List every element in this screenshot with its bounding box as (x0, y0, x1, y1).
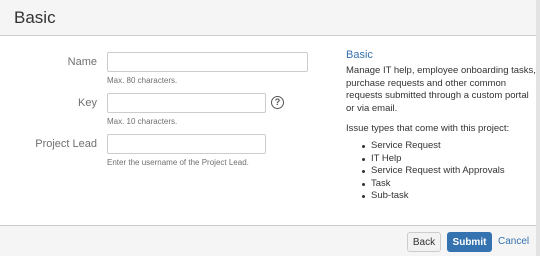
window-edge (536, 0, 540, 256)
key-hint: Max. 10 characters. (107, 117, 178, 126)
list-item: Sub-task (346, 190, 536, 203)
submit-button[interactable]: Submit (447, 232, 492, 252)
create-project-dialog: Basic Name Max. 80 characters. Key Max. … (0, 0, 540, 256)
issue-types-heading: Issue types that come with this project: (346, 123, 510, 134)
dialog-title: Basic (14, 8, 56, 27)
name-label: Name (67, 56, 97, 68)
info-title: Basic (346, 49, 373, 61)
project-lead-label: Project Lead (35, 138, 97, 150)
issue-types-list: Service Request IT Help Service Request … (346, 140, 536, 203)
cancel-link[interactable]: Cancel (498, 236, 529, 247)
name-input[interactable] (107, 52, 308, 72)
info-description: Manage IT help, employee onboarding task… (346, 65, 536, 114)
help-icon[interactable]: ? (271, 96, 284, 109)
back-button[interactable]: Back (407, 232, 441, 252)
project-lead-input[interactable] (107, 134, 266, 154)
dialog-footer: Back Submit Cancel (0, 225, 540, 256)
dialog-header: Basic (0, 0, 540, 36)
project-form: Name Max. 80 characters. Key Max. 10 cha… (0, 36, 330, 226)
list-item: Task (346, 178, 536, 191)
key-input[interactable] (107, 93, 266, 113)
key-label: Key (78, 97, 97, 109)
project-lead-hint: Enter the username of the Project Lead. (107, 158, 249, 167)
list-item: Service Request (346, 140, 536, 153)
name-hint: Max. 80 characters. (107, 76, 178, 85)
list-item: Service Request with Approvals (346, 165, 536, 178)
project-type-info: Basic Manage IT help, employee onboardin… (346, 49, 536, 203)
list-item: IT Help (346, 153, 536, 166)
